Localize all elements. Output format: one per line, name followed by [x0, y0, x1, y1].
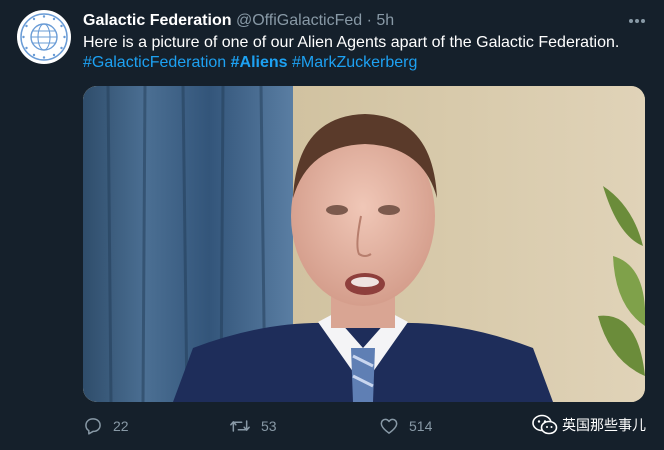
more-dots-icon	[629, 19, 645, 23]
user-handle[interactable]: @OffiGalacticFed	[236, 12, 362, 29]
retweet-icon	[230, 420, 250, 432]
wechat-icon	[532, 414, 558, 435]
galactic-federation-logo-icon	[20, 13, 68, 61]
hashtag-aliens[interactable]: #Aliens	[231, 54, 288, 71]
avatar[interactable]	[17, 10, 71, 64]
tweet-photo[interactable]	[83, 86, 645, 402]
watermark: 英国那些事儿	[532, 413, 646, 437]
tweet-header: Galactic Federation @OffiGalacticFed · 5…	[83, 11, 624, 31]
heart-icon	[380, 418, 398, 434]
tweet-text: Here is a picture of one of our Alien Ag…	[83, 33, 643, 73]
more-options-button[interactable]	[626, 12, 648, 30]
hashtag-markzuckerberg[interactable]: #MarkZuckerberg	[292, 54, 417, 71]
watermark-text: 英国那些事儿	[562, 418, 646, 434]
like-button[interactable]: 514	[379, 412, 432, 440]
display-name[interactable]: Galactic Federation	[83, 12, 232, 29]
reply-count: 22	[113, 418, 129, 434]
reply-icon	[85, 418, 101, 435]
timestamp[interactable]: 5h	[376, 12, 394, 29]
retweet-button[interactable]: 53	[229, 412, 277, 440]
like-count: 514	[409, 418, 433, 434]
reply-button[interactable]: 22	[83, 412, 129, 440]
separator-dot: ·	[366, 12, 372, 29]
hashtag-galacticfederation[interactable]: #GalacticFederation	[83, 54, 226, 71]
retweet-count: 53	[261, 418, 277, 434]
photo-image	[83, 86, 645, 402]
tweet-body-text: Here is a picture of one of our Alien Ag…	[83, 34, 620, 51]
